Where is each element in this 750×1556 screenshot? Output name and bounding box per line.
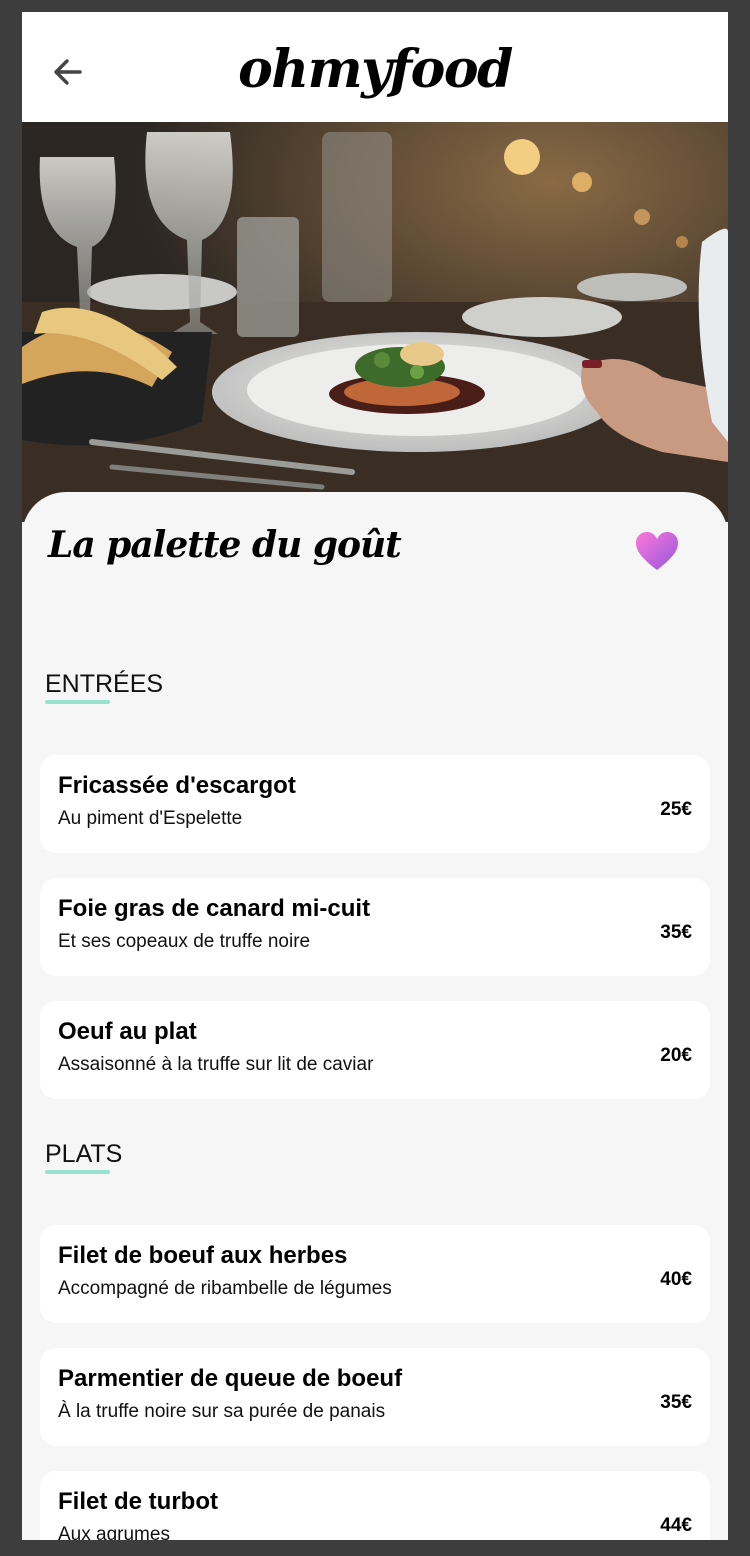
menu-item-name: Foie gras de canard mi-cuit (58, 895, 371, 922)
app-header: ohmyfood (22, 12, 728, 122)
menu-panel: La palette du goût ENTRÉES Fricassée d'e… (22, 492, 728, 1540)
menu-item-name: Fricassée d'escargot (58, 772, 296, 799)
menu-item-description: Au piment d'Espelette (58, 808, 243, 829)
menu-item-description: Aux agrumes (58, 1524, 170, 1540)
section-title-entrees: ENTRÉES (45, 670, 164, 698)
phone-screen: ohmyfood La palette du goût ENTRÉES Fric… (22, 12, 728, 1540)
menu-item-name: Filet de boeuf aux herbes (58, 1242, 348, 1269)
menu-item-price: 35€ (660, 922, 692, 943)
menu-item-card[interactable]: Fricassée d'escargot Au piment d'Espelet… (40, 755, 710, 853)
menu-item-description: Et ses copeaux de truffe noire (58, 931, 311, 952)
section-underline (45, 1170, 110, 1174)
menu-item-name: Parmentier de queue de boeuf (58, 1365, 403, 1392)
menu-item-description: À la truffe noire sur sa purée de panais (58, 1401, 386, 1422)
menu-item-price: 20€ (660, 1045, 692, 1066)
menu-item-card[interactable]: Foie gras de canard mi-cuit Et ses copea… (40, 878, 710, 976)
menu-item-card[interactable]: Filet de turbot Aux agrumes 44€ (40, 1471, 710, 1540)
favorite-button[interactable] (634, 530, 680, 572)
menu-item-price: 40€ (660, 1269, 692, 1290)
menu-item-name: Filet de turbot (58, 1488, 218, 1515)
menu-item-description: Assaisonné à la truffe sur lit de caviar (58, 1054, 374, 1075)
heart-icon (636, 532, 678, 570)
menu-item-name: Oeuf au plat (58, 1018, 197, 1045)
menu-item-description: Accompagné de ribambelle de légumes (58, 1278, 392, 1299)
menu-item-price: 35€ (660, 1392, 692, 1413)
menu-item-price: 25€ (660, 799, 692, 820)
restaurant-name: La palette du goût (48, 524, 402, 566)
menu-item-card[interactable]: Parmentier de queue de boeuf À la truffe… (40, 1348, 710, 1446)
app-logo[interactable]: ohmyfood (22, 40, 728, 100)
menu-item-card[interactable]: Filet de boeuf aux herbes Accompagné de … (40, 1225, 710, 1323)
menu-item-price: 44€ (660, 1515, 692, 1536)
menu-item-card[interactable]: Oeuf au plat Assaisonné à la truffe sur … (40, 1001, 710, 1099)
restaurant-hero-image (22, 122, 728, 522)
section-underline (45, 700, 110, 704)
section-title-plats: PLATS (45, 1140, 123, 1168)
